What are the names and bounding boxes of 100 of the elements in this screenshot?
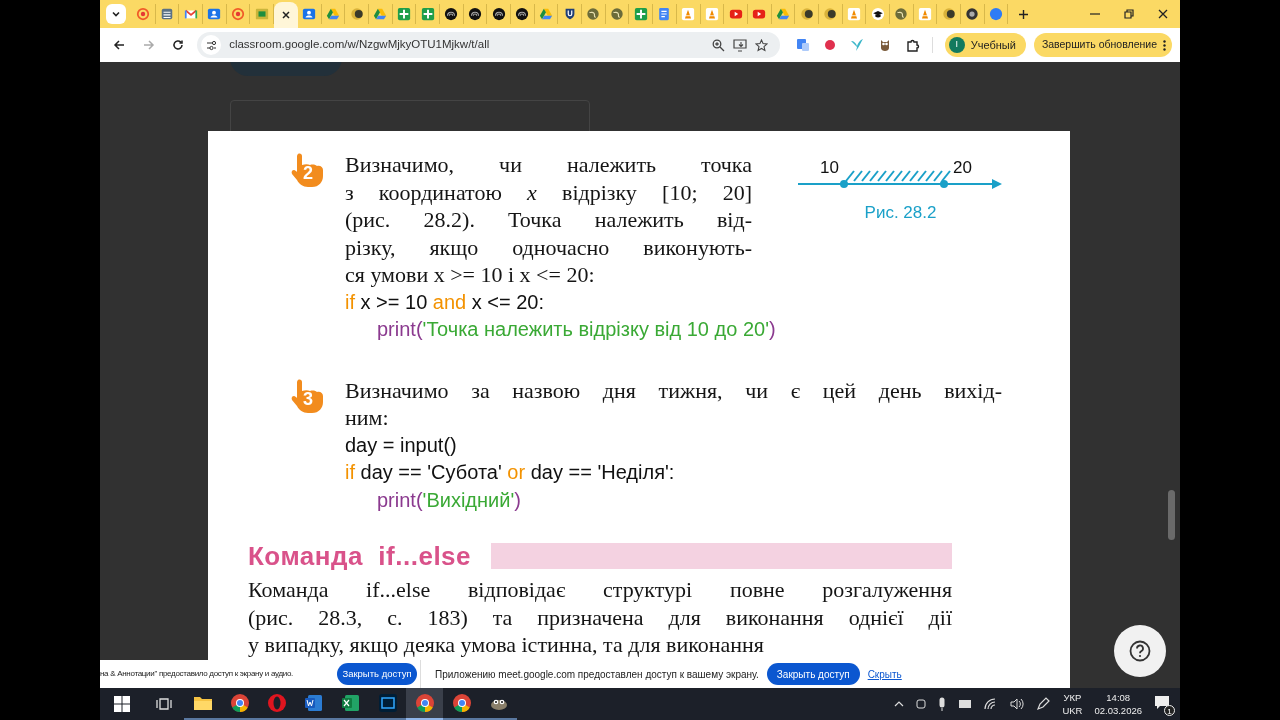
chrome-icon xyxy=(451,693,472,713)
target-icon xyxy=(136,7,151,21)
close-icon xyxy=(1158,9,1168,19)
stop-sharing-button[interactable]: Закрыть доступ xyxy=(337,663,417,685)
plus-tile-icon xyxy=(396,7,411,21)
clock-date[interactable]: 02.03.2026 xyxy=(1094,704,1142,717)
taskbar-app[interactable] xyxy=(406,688,443,720)
crescent-icon xyxy=(823,7,838,21)
cone-icon xyxy=(846,7,861,21)
star-icon[interactable] xyxy=(754,38,768,52)
profile-button[interactable]: I Учебный xyxy=(944,33,1026,57)
document-app-icon xyxy=(303,693,324,713)
graduation-cap-icon xyxy=(870,7,885,21)
contact-card-icon xyxy=(207,7,222,21)
minimize-icon xyxy=(1090,13,1100,15)
text-line: з координатою x відрізку [10; 20] xyxy=(345,178,752,206)
globe-icon xyxy=(586,7,601,21)
stop-sharing-button[interactable]: Закрыть доступ xyxy=(766,663,860,685)
spiral-icon xyxy=(467,7,482,21)
site-settings-icon[interactable] xyxy=(205,39,217,51)
play-icon xyxy=(752,7,767,21)
clock-time[interactable]: 14:08 xyxy=(1106,691,1131,704)
address-bar[interactable]: classroom.google.com/w/NzgwMjkyOTU1Mjkw/t/all xyxy=(197,32,780,58)
globe-icon xyxy=(610,7,625,21)
microphone-icon[interactable] xyxy=(938,697,947,711)
disc-icon xyxy=(989,7,1004,21)
record-icon[interactable] xyxy=(823,39,836,51)
step-number: 2 xyxy=(303,163,313,183)
point-marker xyxy=(840,180,848,188)
chevron-icon xyxy=(111,9,121,19)
language-indicator[interactable]: UKR xyxy=(1062,704,1083,717)
url-text: classroom.google.com/w/NzgwMjkyOTU1Mjkw/t/all xyxy=(229,37,490,53)
code-line: print('Вихідний') xyxy=(376,487,521,513)
text-line: (рис. 28.3, с. 183) та призначена для виконання однієї дії xyxy=(248,603,952,631)
notification-text: на & Аннотации" предоставило доступ к экрану и аудио. xyxy=(100,668,293,680)
triangle-icon xyxy=(775,7,790,21)
avatar: I xyxy=(948,37,965,53)
figure-caption: Рис. 28.2 xyxy=(864,202,937,224)
crescent-icon xyxy=(349,7,364,21)
notification-count: 1 xyxy=(1164,705,1175,716)
contact-card-icon xyxy=(302,7,317,21)
section-heading: Команда if...else xyxy=(248,540,472,572)
zoom-icon[interactable] xyxy=(711,38,725,52)
scrollbar-thumb[interactable] xyxy=(1168,490,1175,540)
triangle-icon xyxy=(373,7,388,21)
install-app-icon[interactable] xyxy=(732,38,747,52)
text-line: Визначимо, чи належить точка xyxy=(345,151,752,179)
update-button[interactable]: Завершить обновление xyxy=(1033,33,1172,57)
ring-app-icon xyxy=(266,693,287,713)
document-icon xyxy=(657,7,672,21)
text-line: у випадку, якщо деяка умова істинна, та для виконання xyxy=(248,631,765,659)
point-marker xyxy=(940,180,948,188)
text-line: ним: xyxy=(345,404,390,432)
globe-icon xyxy=(894,7,909,21)
crescent-icon xyxy=(941,7,956,21)
layers-icon xyxy=(160,7,175,21)
tab-search-button[interactable] xyxy=(106,4,126,24)
help-icon xyxy=(1129,640,1151,662)
ring-icon xyxy=(965,7,980,21)
crescent-icon xyxy=(799,7,814,21)
plus-icon xyxy=(1017,8,1029,20)
text-line: (рис. 28.2). Точка належить від- xyxy=(345,206,752,234)
translate-icon[interactable] xyxy=(795,38,810,52)
back-icon xyxy=(112,39,125,51)
cone-icon xyxy=(918,7,933,21)
volume-icon[interactable] xyxy=(1010,698,1025,710)
close-icon[interactable] xyxy=(280,10,291,20)
image-editor-icon xyxy=(377,693,398,713)
envelope-icon xyxy=(183,7,198,21)
triangle-icon xyxy=(539,7,554,21)
display-icon[interactable] xyxy=(958,699,973,709)
triangle-icon xyxy=(325,7,340,21)
play-icon xyxy=(728,7,743,21)
hide-link[interactable]: Скрыть xyxy=(867,666,902,682)
pen-icon[interactable] xyxy=(1036,697,1051,711)
restore-icon xyxy=(1124,9,1134,19)
code-line: print('Точка належить відрізку від 10 до 20') xyxy=(376,317,776,342)
easel-icon xyxy=(254,7,269,21)
notifications-icon[interactable] xyxy=(1154,695,1170,711)
code-line: if day == 'Субота' or day == 'Неділя': xyxy=(345,460,675,485)
text-line: Команда if...else відповідає структурі повне розгалуження xyxy=(248,576,952,604)
text-line: Визначимо за назвою дня тижня, чи є цей день вихід- xyxy=(345,376,1002,404)
code-line: day = input() xyxy=(345,432,457,458)
extensions-icon[interactable] xyxy=(905,38,920,52)
spiral-icon xyxy=(515,7,530,21)
code-line: if x >= 10 and x <= 20: xyxy=(345,289,545,315)
target-icon xyxy=(231,7,246,21)
cone-icon xyxy=(681,7,696,21)
language-indicator[interactable]: УКР xyxy=(1063,691,1082,704)
plus-tile-icon xyxy=(633,7,648,21)
forward-icon xyxy=(142,39,155,51)
plus-tile-icon xyxy=(420,7,435,21)
spiral-icon xyxy=(444,7,459,21)
windows-icon xyxy=(114,696,130,712)
chevron-up-icon[interactable] xyxy=(894,701,905,707)
spreadsheet-app-icon xyxy=(340,693,361,713)
profile-name: Учебный xyxy=(970,37,1016,53)
chrome-icon xyxy=(229,693,250,713)
help-button[interactable] xyxy=(1114,625,1166,677)
camera-icon[interactable] xyxy=(916,698,927,710)
